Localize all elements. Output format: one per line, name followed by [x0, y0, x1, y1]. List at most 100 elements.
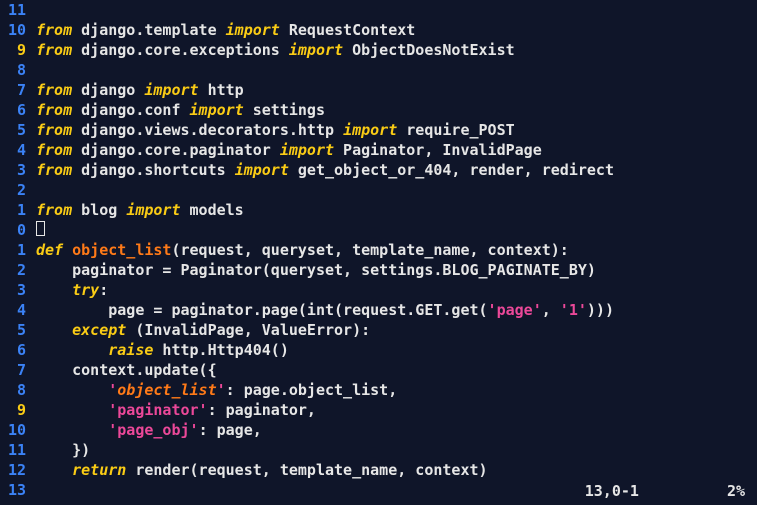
- line-number: 6: [4, 100, 26, 120]
- token: [36, 381, 108, 399]
- token: (InvalidPage, ValueError):: [126, 321, 370, 339]
- token: settings: [244, 101, 325, 119]
- token: (request, queryset, template_name, conte…: [171, 241, 568, 259]
- code-content: paginator = Paginator(queryset, settings…: [36, 260, 596, 280]
- token: page = paginator.page(int(request.GET.ge…: [36, 301, 488, 319]
- token: '1': [560, 301, 587, 319]
- token: django.core.paginator: [72, 141, 280, 159]
- token: try: [72, 281, 99, 299]
- line-number: 9: [4, 400, 26, 420]
- code-content: def object_list(request, queryset, templ…: [36, 240, 569, 260]
- code-line: 4 from django.core.paginator import Pagin…: [0, 140, 757, 160]
- line-number: 9: [4, 40, 26, 60]
- token: import: [289, 41, 343, 59]
- code-content: try:: [36, 280, 108, 300]
- token: django.conf: [72, 101, 189, 119]
- code-line: 6 from django.conf import settings: [0, 100, 757, 120]
- token: [36, 421, 108, 439]
- token: from: [36, 21, 72, 39]
- code-line: 0: [0, 220, 757, 240]
- token: Paginator, InvalidPage: [334, 141, 542, 159]
- code-line: 1 def object_list(request, queryset, temp…: [0, 240, 757, 260]
- token: from: [36, 81, 72, 99]
- token: from: [36, 161, 72, 179]
- token: 'paginator': [108, 401, 207, 419]
- line-number: 2: [4, 180, 26, 200]
- code-content: from django.conf import settings: [36, 100, 325, 120]
- token: [36, 281, 72, 299]
- line-number: 3: [4, 280, 26, 300]
- line-number: 11: [4, 440, 26, 460]
- token: : paginator,: [208, 401, 316, 419]
- code-content: 'page_obj': page,: [36, 420, 262, 440]
- token: import: [144, 81, 198, 99]
- code-line: 6 raise http.Http404(): [0, 340, 757, 360]
- code-line: 2: [0, 180, 757, 200]
- line-number: 4: [4, 140, 26, 160]
- token: import: [280, 141, 334, 159]
- code-line: 7 context.update({: [0, 360, 757, 380]
- token: [36, 401, 108, 419]
- code-line: 2 paginator = Paginator(queryset, settin…: [0, 260, 757, 280]
- code-line: 9 from django.core.exceptions import Obje…: [0, 40, 757, 60]
- token: import: [226, 21, 280, 39]
- token: http.Http404(): [153, 341, 288, 359]
- token: models: [181, 201, 244, 219]
- line-number: 2: [4, 260, 26, 280]
- code-content: context.update({: [36, 360, 217, 380]
- line-number: 6: [4, 340, 26, 360]
- code-content: 'paginator': paginator,: [36, 400, 316, 420]
- line-number: 4: [4, 300, 26, 320]
- code-content: 'object_list': page.object_list,: [36, 380, 397, 400]
- token: : page.object_list,: [226, 381, 398, 399]
- token: django.shortcuts: [72, 161, 235, 179]
- token: ))): [587, 301, 614, 319]
- code-line: 11 }): [0, 440, 757, 460]
- token: [36, 321, 72, 339]
- line-number: 8: [4, 380, 26, 400]
- token: from: [36, 41, 72, 59]
- token: django.views.decorators.http: [72, 121, 343, 139]
- token: require_POST: [397, 121, 514, 139]
- token: :: [99, 281, 108, 299]
- code-line: 3from django.shortcuts import get_object…: [0, 160, 757, 180]
- code-editor[interactable]: 1110from django.template import RequestC…: [0, 0, 757, 505]
- line-number: 8: [4, 60, 26, 80]
- code-line: 8: [0, 60, 757, 80]
- token: http: [199, 81, 244, 99]
- line-number: 10: [4, 20, 26, 40]
- code-content: from django.views.decorators.http import…: [36, 120, 515, 140]
- code-content: except (InvalidPage, ValueError):: [36, 320, 370, 340]
- token: RequestContext: [280, 21, 415, 39]
- line-number: 7: [4, 360, 26, 380]
- code-content: from django.core.exceptions import Objec…: [36, 40, 515, 60]
- line-number: 1: [4, 240, 26, 260]
- code-content: [36, 220, 45, 240]
- token: ObjectDoesNotExist: [343, 41, 515, 59]
- token: import: [343, 121, 397, 139]
- token: import: [235, 161, 289, 179]
- token: def: [36, 241, 63, 259]
- token: blog: [72, 201, 126, 219]
- status-bar: 13,0-1 2%: [0, 481, 757, 501]
- code-line: 9 'paginator': paginator,: [0, 400, 757, 420]
- token: except: [72, 321, 126, 339]
- token: : page,: [199, 421, 262, 439]
- code-lines: 1110from django.template import RequestC…: [0, 0, 757, 500]
- token: object_list: [72, 241, 171, 259]
- line-number: 5: [4, 320, 26, 340]
- code-content: from django.core.paginator import Pagina…: [36, 140, 542, 160]
- code-content: from django import http: [36, 80, 244, 100]
- code-line: 12 return render(request, template_name,…: [0, 460, 757, 480]
- code-content: from django.shortcuts import get_object_…: [36, 160, 614, 180]
- token: from: [36, 101, 72, 119]
- code-line: 10 'page_obj': page,: [0, 420, 757, 440]
- token: import: [126, 201, 180, 219]
- code-line: 11: [0, 0, 757, 20]
- code-line: 8 'object_list': page.object_list,: [0, 380, 757, 400]
- token: ': [217, 381, 226, 399]
- token: 'page': [488, 301, 542, 319]
- line-number: 1: [4, 200, 26, 220]
- code-line: 5from django.views.decorators.http impor…: [0, 120, 757, 140]
- token: [63, 241, 72, 259]
